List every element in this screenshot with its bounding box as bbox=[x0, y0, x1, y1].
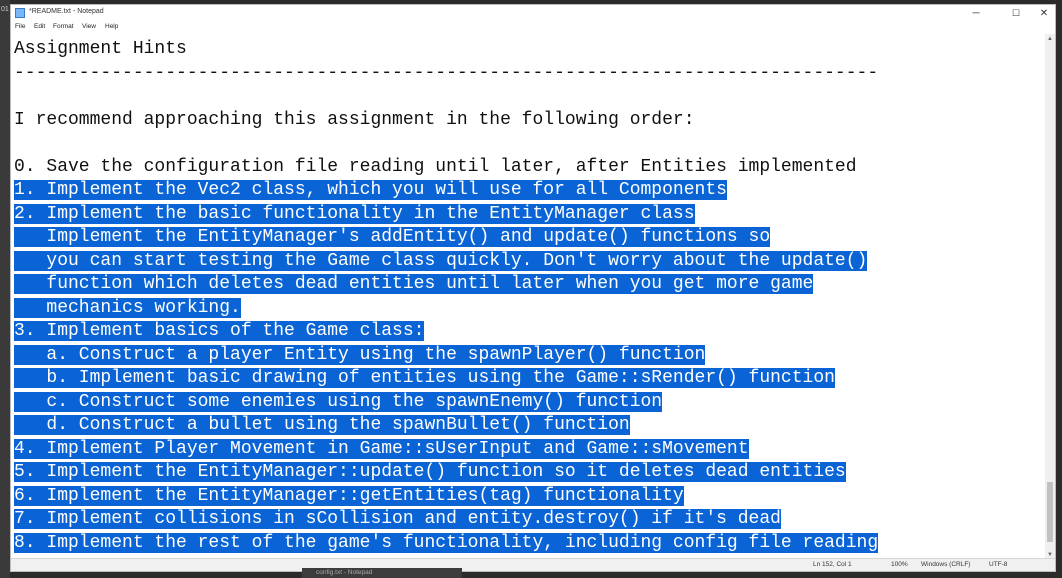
text-line: I recommend approaching this assignment … bbox=[14, 109, 878, 133]
line-text: I recommend approaching this assignment … bbox=[14, 109, 695, 130]
title-bar[interactable]: *README.txt - Notepad ─ ☐ ✕ bbox=[11, 5, 1055, 22]
text-line: 0. Save the configuration file reading u… bbox=[14, 156, 878, 180]
menu-help[interactable]: Help bbox=[105, 23, 118, 30]
selected-text: b. Implement basic drawing of entities u… bbox=[14, 368, 835, 388]
text-line: you can start testing the Game class qui… bbox=[14, 250, 878, 274]
desktop-icon-label: 01 bbox=[1, 6, 9, 13]
text-line: 3. Implement basics of the Game class: bbox=[14, 320, 878, 344]
background-window-title: config.txt - Notepad bbox=[316, 569, 373, 576]
background-window-peek[interactable]: config.txt - Notepad bbox=[302, 568, 462, 578]
status-zoom: 100% bbox=[891, 561, 908, 568]
status-bar: Ln 152, Col 1 100% Windows (CRLF) UTF-8 bbox=[11, 558, 1055, 571]
selected-text: 3. Implement basics of the Game class: bbox=[14, 321, 425, 341]
notepad-window: *README.txt - Notepad ─ ☐ ✕ File Edit Fo… bbox=[10, 4, 1056, 572]
selected-text: d. Construct a bullet using the spawnBul… bbox=[14, 415, 630, 435]
minimize-button[interactable]: ─ bbox=[961, 5, 991, 22]
text-line: 5. Implement the EntityManager::update()… bbox=[14, 461, 878, 485]
text-line: 2. Implement the basic functionality in … bbox=[14, 203, 878, 227]
text-line: c. Construct some enemies using the spaw… bbox=[14, 391, 878, 415]
status-line-ending: Windows (CRLF) bbox=[921, 561, 971, 568]
text-line bbox=[14, 85, 878, 109]
scroll-up-icon[interactable]: ▲ bbox=[1047, 36, 1053, 42]
selected-text: mechanics working. bbox=[14, 297, 241, 318]
selected-text: 2. Implement the basic functionality in … bbox=[14, 203, 695, 224]
text-line bbox=[14, 132, 878, 156]
text-line: mechanics working. bbox=[14, 297, 878, 321]
menu-file[interactable]: File bbox=[15, 23, 25, 30]
selected-text: function which deletes dead entities unt… bbox=[14, 274, 814, 294]
selected-text: 1. Implement the Vec2 class, which you w… bbox=[14, 180, 727, 200]
text-line: d. Construct a bullet using the spawnBul… bbox=[14, 414, 878, 438]
selected-text: c. Construct some enemies using the spaw… bbox=[14, 391, 663, 412]
text-line: 6. Implement the EntityManager::getEntit… bbox=[14, 485, 878, 509]
text-line: ----------------------------------------… bbox=[14, 62, 878, 86]
menu-view[interactable]: View bbox=[82, 23, 96, 30]
close-button[interactable]: ✕ bbox=[1029, 5, 1059, 22]
selected-text: you can start testing the Game class qui… bbox=[14, 250, 868, 271]
text-line: Assignment Hints bbox=[14, 38, 878, 62]
menu-format[interactable]: Format bbox=[53, 23, 74, 30]
text-line: 7. Implement collisions in sCollision an… bbox=[14, 508, 878, 532]
desktop-edge: 01 bbox=[0, 0, 10, 578]
text-editor[interactable]: Assignment Hints ------------------------… bbox=[11, 34, 1047, 560]
notepad-icon bbox=[15, 8, 25, 18]
text-line: 8. Implement the rest of the game's func… bbox=[14, 532, 879, 556]
menu-bar: File Edit Format View Help bbox=[11, 22, 1055, 34]
text-line: a. Construct a player Entity using the s… bbox=[14, 344, 878, 368]
selected-text: Implement the EntityManager's addEntity(… bbox=[14, 227, 771, 247]
text-line: function which deletes dead entities unt… bbox=[14, 273, 878, 297]
selected-text: 7. Implement collisions in sCollision an… bbox=[14, 509, 781, 529]
status-position: Ln 152, Col 1 bbox=[813, 561, 852, 568]
line-text: 0. Save the configuration file reading u… bbox=[14, 156, 857, 177]
maximize-button[interactable]: ☐ bbox=[1001, 5, 1031, 22]
selected-text: 4. Implement Player Movement in Game::sU… bbox=[14, 438, 749, 459]
selected-text: 8. Implement the rest of the game's func… bbox=[14, 532, 879, 553]
text-line: 4. Implement Player Movement in Game::sU… bbox=[14, 438, 878, 462]
line-text: ----------------------------------------… bbox=[14, 62, 879, 83]
text-line: 1. Implement the Vec2 class, which you w… bbox=[14, 179, 878, 203]
window-title: *README.txt - Notepad bbox=[29, 8, 104, 15]
vertical-scrollbar[interactable]: ▲ ▼ bbox=[1045, 34, 1055, 560]
line-text: Assignment Hints bbox=[14, 39, 187, 59]
text-lines: Assignment Hints ------------------------… bbox=[14, 38, 879, 556]
selected-text: 5. Implement the EntityManager::update()… bbox=[14, 462, 846, 482]
scroll-thumb[interactable] bbox=[1047, 482, 1053, 542]
menu-edit[interactable]: Edit bbox=[34, 23, 45, 30]
selected-text: 6. Implement the EntityManager::getEntit… bbox=[14, 485, 684, 506]
text-line: Implement the EntityManager's addEntity(… bbox=[14, 226, 878, 250]
text-line: b. Implement basic drawing of entities u… bbox=[14, 367, 878, 391]
selected-text: a. Construct a player Entity using the s… bbox=[14, 344, 706, 365]
status-encoding: UTF-8 bbox=[989, 561, 1008, 568]
